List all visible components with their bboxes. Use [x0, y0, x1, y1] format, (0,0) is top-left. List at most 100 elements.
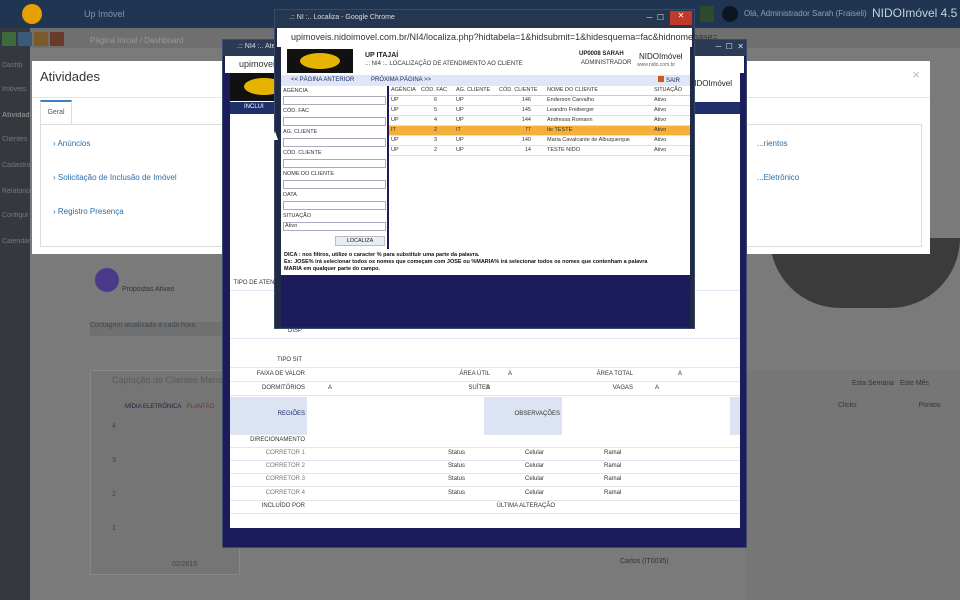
table-row[interactable]: UP 4 UP 144 Andressa Romann Ativo	[389, 116, 690, 126]
status-label: Status	[448, 450, 466, 456]
sair-button[interactable]: SAIR	[657, 76, 680, 84]
ag-cliente-input[interactable]	[283, 138, 386, 147]
table-row[interactable]: IT 2 IT 77 Ite TESTE Ativo	[389, 126, 690, 136]
close-icon[interactable]: ✕	[670, 11, 692, 25]
observacoes-field[interactable]	[562, 397, 730, 435]
company-name: UP ITAJAÍ	[365, 52, 399, 59]
field-label: ÚLTIMA ALTERAÇÃO	[496, 503, 555, 509]
form-row: DIRECIONAMENTO	[230, 435, 740, 448]
legend-item: PLANTÃO	[186, 404, 215, 410]
sidebar-item-cadastros[interactable]: Cadastros	[2, 162, 30, 169]
celular-label: Celular	[525, 490, 545, 496]
col-header[interactable]: SITUAÇÃO	[654, 87, 682, 93]
breadcrumb[interactable]: Página Inicial / Dashboard	[90, 36, 183, 45]
field-label: ÁREA TOTAL	[596, 371, 633, 377]
table-cell: UP	[391, 147, 399, 153]
tile-orange[interactable]	[34, 32, 48, 46]
col-header[interactable]: AGÊNCIA	[391, 87, 416, 93]
field-value[interactable]: A	[486, 385, 490, 391]
situacao-input[interactable]: Ativo	[283, 222, 386, 231]
incluir-button[interactable]: INCLUI	[244, 104, 264, 110]
table-cell: 144	[521, 117, 531, 123]
sidebar-item-calendario[interactable]: Calendário	[2, 238, 30, 245]
ranking-user: Carlos (IT0035)	[620, 558, 669, 565]
cod-fac-input[interactable]	[283, 117, 386, 126]
corretor-row: CORRETOR 3 Status Celular Ramal	[230, 474, 740, 487]
status-label: Status	[448, 490, 466, 496]
user-greeting[interactable]: Olá, Administrador Sarah (Fraiseli)	[744, 9, 867, 18]
table-cell: 77	[524, 127, 531, 133]
col-header[interactable]: NOME DO CLIENTE	[547, 87, 598, 93]
table-cell: UP	[456, 107, 464, 113]
link-right-1[interactable]: ...rientos	[757, 139, 788, 148]
col-header[interactable]: CÓD. FAC	[421, 87, 447, 93]
sidebar-item-configuracoes[interactable]: Configur	[2, 212, 30, 219]
tile-blue[interactable]	[18, 32, 32, 46]
data-input[interactable]	[283, 201, 386, 210]
table-cell: UP	[456, 97, 464, 103]
corretor-row: CORRETOR 1 Status Celular Ramal	[230, 448, 740, 461]
next-page-button[interactable]: PRÓXIMA PÁGINA >>	[371, 77, 431, 83]
sidebar-item-dashboard[interactable]: Dashb	[2, 62, 30, 69]
agencia-input[interactable]	[283, 96, 386, 105]
corretor-button[interactable]: CORRETOR 3	[230, 476, 305, 482]
app-logo[interactable]	[22, 4, 42, 24]
address-bar[interactable]: upimoveis.nidoimovel.com.br/NI4/localiza…	[277, 28, 718, 47]
tab-geral[interactable]: Geral	[40, 100, 72, 125]
tab-este-mes[interactable]: Este Mês	[900, 380, 929, 387]
link-solicitacao[interactable]: › Solicitação de Inclusão de Imóvel	[53, 173, 177, 182]
field-value[interactable]: A	[508, 371, 512, 377]
sair-button[interactable]: SAIR	[718, 132, 732, 138]
field-label: VAGAS	[612, 385, 633, 391]
table-row[interactable]: UP 5 UP 145 Leandro Freiberger Ativo	[389, 106, 690, 116]
shortcut-tiles	[2, 32, 78, 46]
tab-esta-semana[interactable]: Esta Semana	[852, 380, 894, 387]
notification-icon[interactable]	[700, 6, 714, 22]
table-cell: Ativo	[654, 107, 667, 113]
field-value[interactable]: A	[655, 385, 659, 391]
field-value[interactable]: A	[678, 371, 682, 377]
col-header[interactable]: AG. CLIENTE	[456, 87, 490, 93]
field-label: TIPO SIT	[276, 357, 302, 363]
window-controls[interactable]: ─ ☐	[647, 13, 664, 22]
close-icon[interactable]: ×	[912, 67, 920, 82]
sidebar-item-relatorios[interactable]: Relatórios	[2, 188, 30, 195]
tile-green[interactable]	[2, 32, 16, 46]
corretor-button[interactable]: CORRETOR 1	[230, 450, 305, 456]
field-value[interactable]: A	[328, 385, 332, 391]
celular-label: Celular	[525, 463, 545, 469]
link-anuncios[interactable]: › Anúncios	[53, 139, 90, 148]
ag-cliente-label: AG. CLIENTE	[283, 129, 318, 135]
previous-page-button[interactable]: << PÁGINA ANTERIOR	[291, 77, 354, 83]
user-avatar[interactable]	[722, 6, 738, 22]
nome-cliente-input[interactable]	[283, 180, 386, 189]
ramal-label: Ramal	[604, 490, 622, 496]
regioes-button[interactable]: REGIÕES	[230, 411, 305, 417]
table-row[interactable]: UP 6 UP 146 Enderson Carvalho Ativo	[389, 96, 690, 106]
sidebar-item-clientes[interactable]: Clientes	[2, 136, 30, 143]
form-footer: CORRETOR 4 Status Celular Ramal INCLUÍDO…	[230, 488, 740, 528]
table-cell: Ativo	[654, 127, 667, 133]
cod-cliente-input[interactable]	[283, 159, 386, 168]
link-registro-presenca[interactable]: › Registro Presença	[53, 207, 124, 216]
table-row[interactable]: UP 2 UP 14 TESTE NIDO Ativo	[389, 146, 690, 156]
localiza-button[interactable]: LOCALIZA	[335, 236, 385, 246]
window-controls[interactable]: ─ ☐ ✕	[716, 42, 744, 51]
tip-line: Ex: JOSE% irá selecionar todos os nomes …	[284, 259, 648, 265]
table-row[interactable]: UP 3 UP 140 Maria Cavalcante de Albuquerque A…	[389, 136, 690, 146]
mouse-cursor	[272, 131, 278, 140]
corretor-button[interactable]: CORRETOR 4	[230, 490, 305, 496]
tip-line: MARIA em qualquer parte do campo.	[284, 266, 381, 272]
sidebar-item-atividades[interactable]: Atividades	[2, 112, 30, 119]
tile-red[interactable]	[50, 32, 64, 46]
page-header: UP ITAJAÍ ..: NI4 :.. LOCALIZAÇÃO DE ATE…	[281, 47, 690, 75]
regioes-field[interactable]	[307, 397, 484, 435]
window-titlebar[interactable]: .:: NI :.. Localiza - Google Chrome ─ ☐ …	[275, 10, 694, 28]
sidebar-item-imoveis[interactable]: Imóveis	[2, 86, 30, 93]
link-right-2[interactable]: ...Eletrônico	[757, 173, 799, 182]
y-tick: 2	[112, 491, 116, 498]
col-header[interactable]: CÓD. CLIENTE	[499, 87, 538, 93]
table-cell: TESTE NIDO	[547, 147, 581, 153]
info-bar: Contagem atualizada a cada hora	[90, 322, 230, 336]
corretor-button[interactable]: CORRETOR 2	[230, 463, 305, 469]
